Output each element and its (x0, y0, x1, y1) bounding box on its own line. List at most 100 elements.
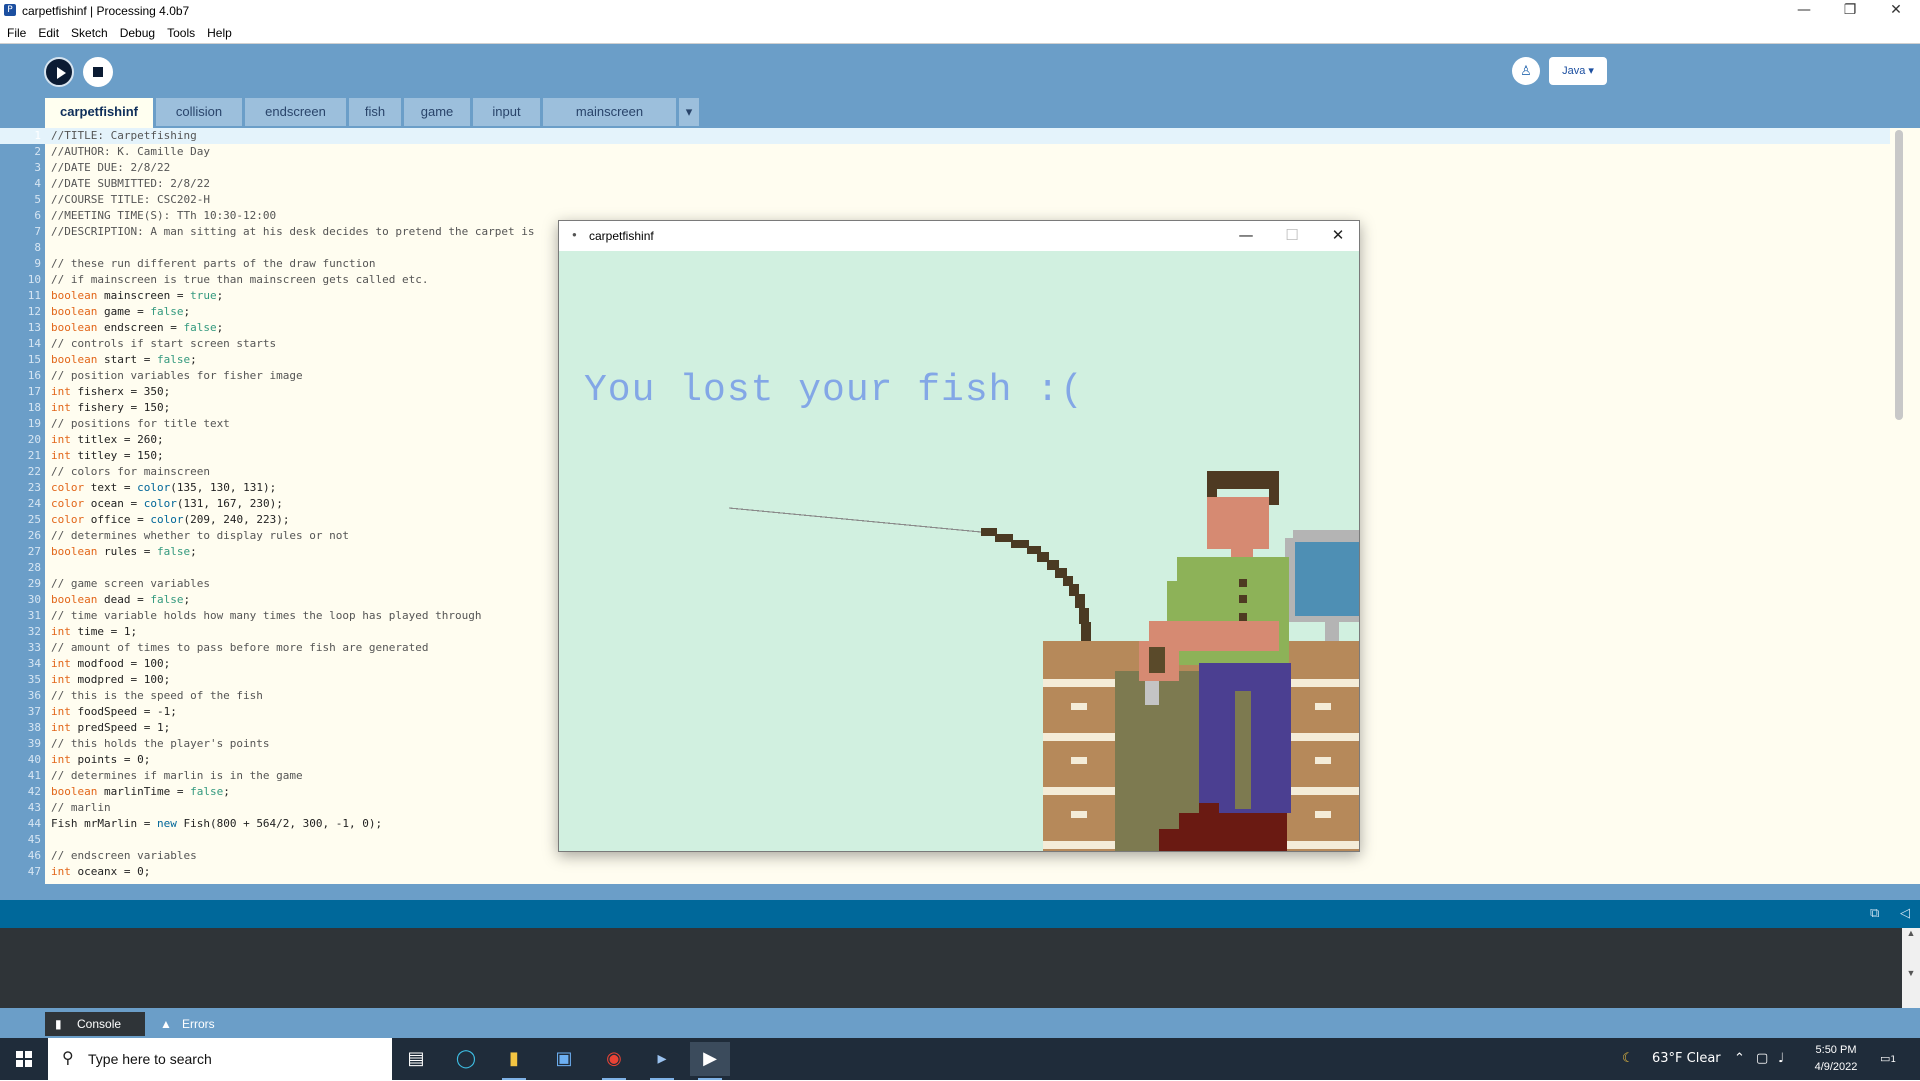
menu-file[interactable]: File (0, 22, 31, 40)
code-text: // game screen variables (51, 577, 210, 590)
code-text: color office = color(209, 240, 223); (51, 513, 290, 526)
code-text: //COURSE TITLE: CSC202-H (51, 193, 210, 206)
maximize-button[interactable]: ❐ (1828, 0, 1872, 22)
code-text: // determines whether to display rules o… (51, 529, 350, 542)
sketch-window-icon: ● (572, 230, 577, 239)
status-strip (0, 884, 1920, 900)
line-number: 18 (27, 401, 41, 414)
line-number: 13 (27, 321, 41, 334)
weather-text[interactable]: 63°F Clear (1652, 1038, 1721, 1080)
code-text: // amount of times to pass before more f… (51, 641, 429, 654)
close-button[interactable]: ✕ (1874, 0, 1918, 22)
line-number: 34 (27, 657, 41, 670)
line-number: 37 (27, 705, 41, 718)
sketch-maximize-button[interactable]: ☐ (1269, 221, 1315, 251)
debugger-icon[interactable]: ♙ (1512, 57, 1540, 85)
editor-scroll-thumb[interactable] (1895, 130, 1903, 420)
tab-fish[interactable]: fish (349, 98, 401, 126)
file-explorer-icon[interactable]: ▮ (494, 1042, 534, 1080)
menu-help[interactable]: Help (200, 22, 237, 40)
code-line[interactable]: 5 //COURSE TITLE: CSC202-H (0, 192, 1890, 208)
code-line[interactable]: 2 //AUTHOR: K. Camille Day (0, 144, 1890, 160)
code-text: int foodSpeed = -1; (51, 705, 177, 718)
line-number: 6 (34, 209, 41, 222)
console-tab[interactable]: ▮ Console (45, 1012, 145, 1036)
sketch-close-button[interactable]: ✕ (1315, 221, 1361, 251)
tab-collision[interactable]: collision (156, 98, 242, 126)
code-text: // positions for title text (51, 417, 230, 430)
processing-taskbar-icon[interactable]: ▶ (690, 1042, 730, 1080)
taskbar-clock[interactable]: 5:50 PM 4/9/2022 (1798, 1042, 1874, 1076)
store-icon[interactable]: ▣ (544, 1042, 584, 1076)
task-view-icon[interactable]: ▤ (396, 1042, 436, 1076)
window-title: carpetfishinf | Processing 4.0b7 (22, 4, 190, 18)
console-area[interactable] (0, 928, 1920, 1008)
line-number: 21 (27, 449, 41, 462)
computer-monitor (1285, 530, 1359, 659)
run-button[interactable] (44, 57, 74, 87)
windows-start-icon[interactable] (16, 1051, 32, 1067)
chrome-icon[interactable]: ◉ (594, 1042, 634, 1080)
line-number: 26 (27, 529, 41, 542)
sketch-canvas[interactable]: You lost your fish :( (559, 251, 1359, 851)
menu-bar: File Edit Sketch Debug Tools Help (0, 22, 1920, 44)
code-line[interactable]: 4 //DATE SUBMITTED: 2/8/22 (0, 176, 1890, 192)
processing-icon: P (4, 4, 16, 16)
line-number: 32 (27, 625, 41, 638)
line-number: 11 (27, 289, 41, 302)
search-icon: ⚲ (62, 1048, 74, 1067)
code-text: boolean dead = false; (51, 593, 191, 606)
code-line[interactable]: 47 int oceanx = 0; (0, 864, 1890, 880)
code-text: boolean game = false; (51, 305, 191, 318)
line-number: 3 (34, 161, 41, 174)
line-number: 1 (34, 129, 41, 142)
tab-carpetfishinf[interactable]: carpetfishinf (45, 98, 153, 128)
code-text: // marlin (51, 801, 111, 814)
line-number: 33 (27, 641, 41, 654)
tray-overflow-icon[interactable]: ⌃ (1734, 1038, 1745, 1080)
notifications-icon[interactable]: ▭1 (1880, 1038, 1896, 1080)
errors-tab[interactable]: ▲ Errors (150, 1012, 240, 1036)
edge-icon[interactable]: ◯ (446, 1042, 486, 1076)
tab-input[interactable]: input (473, 98, 540, 126)
vs-icon[interactable]: ▸ (642, 1042, 682, 1080)
stop-button[interactable] (83, 57, 113, 87)
menu-edit[interactable]: Edit (31, 22, 64, 40)
title-bar: P carpetfishinf | Processing 4.0b7 — ❐ ✕ (0, 0, 1920, 22)
line-number: 27 (27, 545, 41, 558)
tabs-menu-button[interactable]: ▾ (679, 98, 699, 126)
copy-icon[interactable]: ⧉ (1870, 906, 1879, 921)
code-text: // this is the speed of the fish (51, 689, 263, 702)
editor-scrollbar[interactable] (1893, 128, 1905, 884)
sketch-tabs: carpetfishinf collision endscreen fish g… (45, 98, 1920, 128)
taskbar-search-input[interactable]: ⚲ Type here to search (48, 1038, 392, 1080)
tab-game[interactable]: game (404, 98, 470, 126)
line-number: 19 (27, 417, 41, 430)
sketch-title-bar[interactable]: ● carpetfishinf — ☐ ✕ (559, 221, 1359, 251)
sketch-window[interactable]: ● carpetfishinf — ☐ ✕ You lost your fish… (558, 220, 1360, 852)
clock-time: 5:50 PM (1815, 1044, 1857, 1056)
code-line[interactable]: 3 //DATE DUE: 2/8/22 (0, 160, 1890, 176)
menu-debug[interactable]: Debug (113, 22, 160, 40)
code-text: //AUTHOR: K. Camille Day (51, 145, 210, 158)
network-icon[interactable]: ▢ (1756, 1038, 1768, 1080)
tab-mainscreen[interactable]: mainscreen (543, 98, 676, 126)
volume-icon[interactable]: ♩ (1778, 1038, 1784, 1080)
menu-sketch[interactable]: Sketch (64, 22, 113, 40)
collapse-console-icon[interactable]: ◁ (1900, 906, 1910, 921)
code-text: int predSpeed = 1; (51, 721, 171, 734)
code-text: int points = 0; (51, 753, 151, 766)
errors-tab-label: Errors (182, 1017, 215, 1031)
sketch-minimize-button[interactable]: — (1223, 221, 1269, 251)
line-number: 42 (27, 785, 41, 798)
menu-tools[interactable]: Tools (160, 22, 200, 40)
code-text: int modfood = 100; (51, 657, 171, 670)
line-number: 7 (34, 225, 41, 238)
line-number: 31 (27, 609, 41, 622)
minimize-button[interactable]: — (1782, 0, 1826, 22)
mode-selector[interactable]: Java ▾ (1549, 57, 1607, 85)
console-scrollbar[interactable]: ▲ ▼ (1902, 928, 1920, 1008)
tab-endscreen[interactable]: endscreen (245, 98, 346, 126)
line-number: 23 (27, 481, 41, 494)
code-line[interactable]: 1 //TITLE: Carpetfishing (0, 128, 1890, 144)
